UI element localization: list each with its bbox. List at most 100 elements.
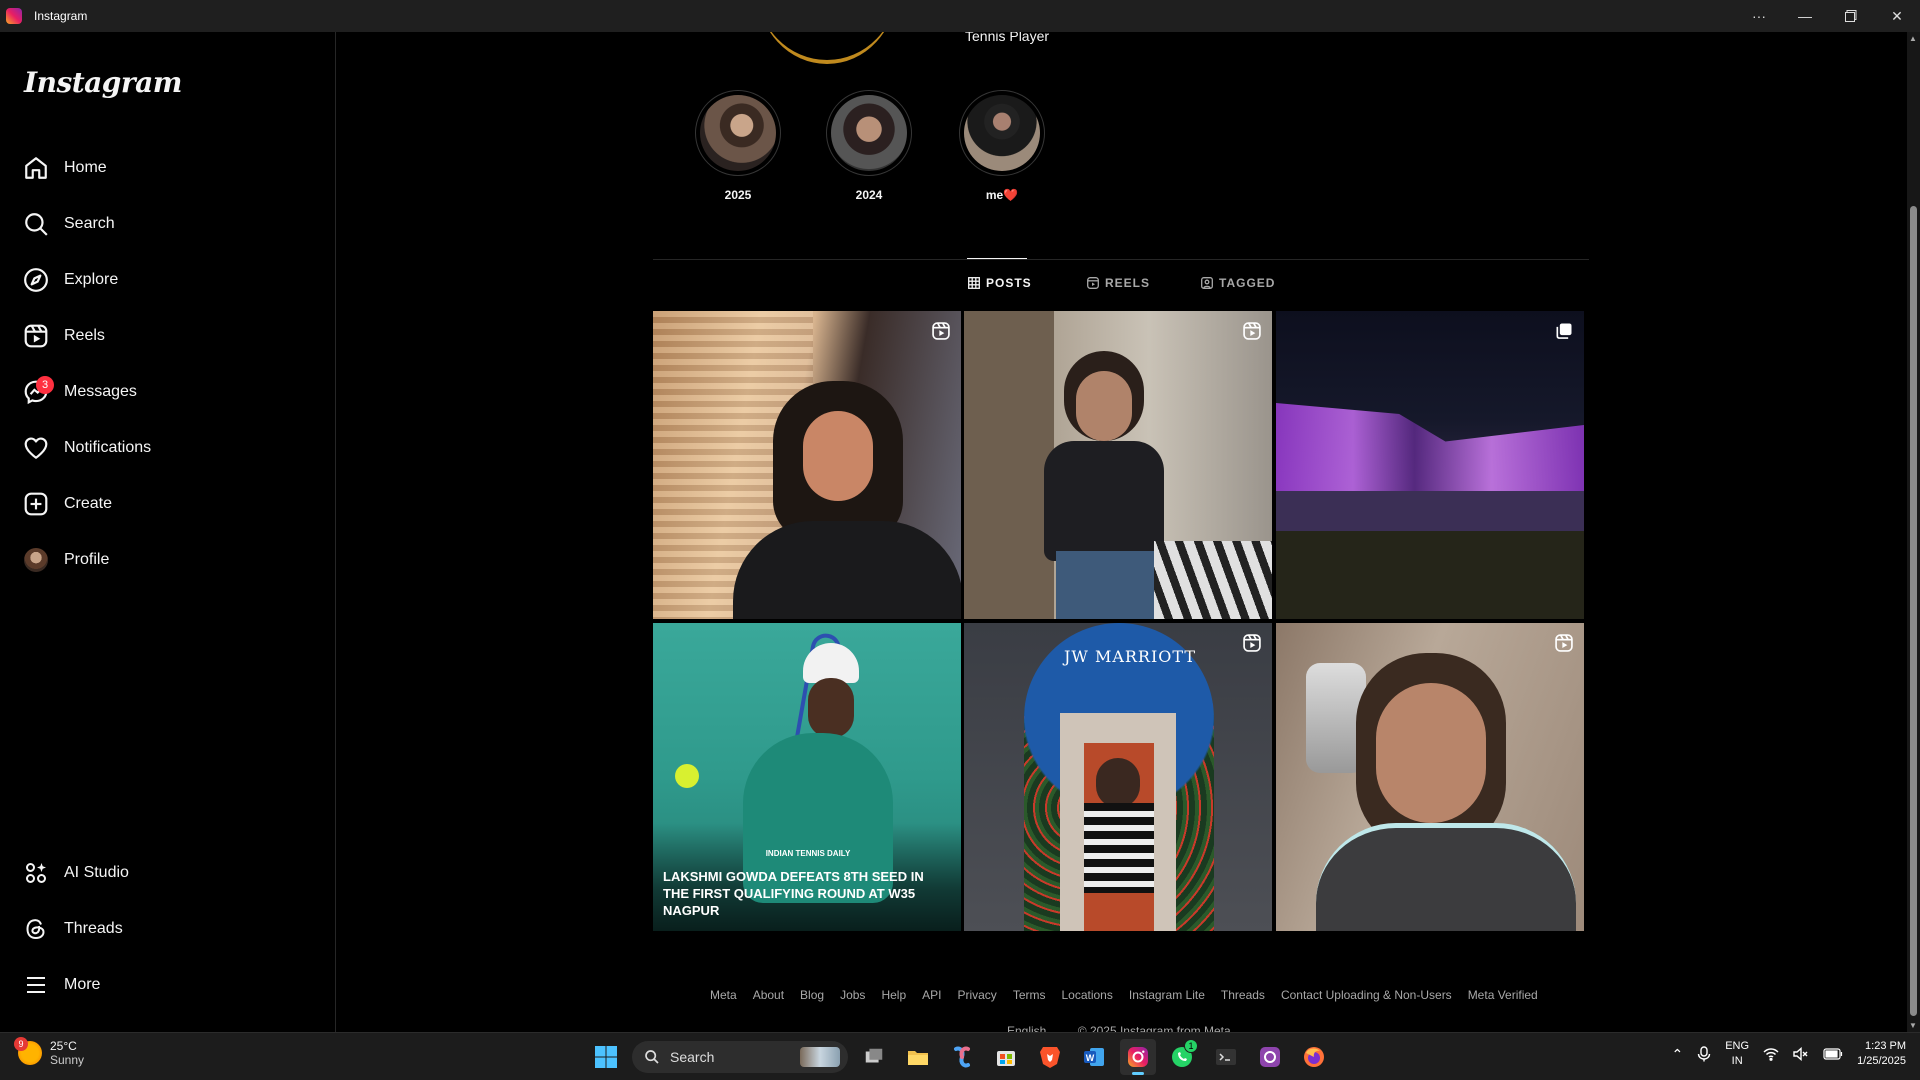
footer-link[interactable]: Meta Verified [1468, 988, 1538, 1002]
weather-widget[interactable]: 9 25°C Sunny [14, 1037, 84, 1067]
chevron-down-icon: ⌄ [1049, 1024, 1060, 1032]
footer-link[interactable]: Meta [710, 988, 737, 1002]
language-select[interactable]: English ⌄ [1007, 1024, 1060, 1032]
reel-icon [932, 322, 950, 340]
search-highlight-image [800, 1047, 840, 1067]
footer-link[interactable]: Jobs [840, 988, 865, 1002]
taskbar: 9 25°C Sunny Search W 1 ⌃ ENG IN 1:23 PM… [0, 1032, 1920, 1080]
footer-link[interactable]: Help [881, 988, 906, 1002]
footer-link[interactable]: Locations [1061, 988, 1112, 1002]
highlight-label: 2024 [855, 188, 883, 202]
word-button[interactable]: W [1076, 1039, 1112, 1075]
file-explorer-button[interactable] [900, 1039, 936, 1075]
scrollbar[interactable]: ▲ ▼ [1907, 32, 1920, 1032]
system-tray: ⌃ ENG IN 1:23 PM 1/25/2025 [1671, 1039, 1906, 1069]
word-icon: W [1084, 1048, 1104, 1066]
sidebar-item-explore[interactable]: Explore [12, 256, 312, 304]
footer-link[interactable]: Terms [1013, 988, 1046, 1002]
footer-link[interactable]: Instagram Lite [1129, 988, 1205, 1002]
language-indicator[interactable]: ENG IN [1725, 1039, 1749, 1069]
more-options-icon[interactable]: ··· [1736, 0, 1782, 32]
language-label: English [1007, 1024, 1047, 1032]
compass-icon [12, 256, 60, 304]
whatsapp-badge: 1 [1184, 1039, 1198, 1053]
clock-time: 1:23 PM [1865, 1040, 1906, 1052]
tabs-divider [653, 259, 1589, 260]
post-1[interactable] [653, 311, 961, 619]
close-button[interactable]: ✕ [1874, 0, 1920, 32]
footer-link[interactable]: Blog [800, 988, 824, 1002]
reels-icon [12, 312, 60, 360]
footer-link[interactable]: API [922, 988, 941, 1002]
post-4[interactable]: INDIAN TENNIS DAILY LAKSHMI GOWDA DEFEAT… [653, 623, 961, 931]
sidebar-item-more[interactable]: More [12, 961, 312, 1009]
minimize-button[interactable]: — [1782, 0, 1828, 32]
story-highlight-2024[interactable]: 2024 [824, 90, 914, 202]
highlight-cover [964, 95, 1040, 171]
tab-reels[interactable]: REELS [1087, 276, 1150, 290]
instagram-logo[interactable]: Instagram [24, 66, 182, 99]
tab-tagged[interactable]: TAGGED [1201, 276, 1275, 290]
profile-main: Tennis Player 2025 2024 me❤️ POSTS REELS… [337, 32, 1907, 1032]
sidebar-item-label: Search [64, 215, 115, 232]
terminal-icon [1216, 1049, 1236, 1065]
highlight-label: 2025 [724, 188, 752, 202]
post-source: INDIAN TENNIS DAILY [765, 849, 851, 858]
sidebar-item-reels[interactable]: Reels [12, 312, 312, 360]
highlight-label: me❤️ [985, 188, 1019, 202]
post-3[interactable] [1276, 311, 1584, 619]
scroll-thumb[interactable] [1910, 206, 1917, 1016]
task-view-button[interactable] [856, 1039, 892, 1075]
sidebar-item-label: Explore [64, 271, 119, 288]
lang-line2: IN [1731, 1055, 1743, 1067]
clock[interactable]: 1:23 PM 1/25/2025 [1857, 1039, 1906, 1069]
post-sign-text: JW MARRIOTT [1064, 647, 1197, 666]
reel-icon [1555, 634, 1573, 652]
brave-button[interactable] [1032, 1039, 1068, 1075]
post-caption: INDIAN TENNIS DAILY LAKSHMI GOWDA DEFEAT… [663, 849, 953, 919]
copilot-button[interactable] [944, 1039, 980, 1075]
scroll-up-icon[interactable]: ▲ [1909, 34, 1917, 43]
post-6[interactable] [1276, 623, 1584, 931]
story-highlight-2025[interactable]: 2025 [693, 90, 783, 202]
footer-link[interactable]: About [753, 988, 784, 1002]
footer-link[interactable]: Threads [1221, 988, 1265, 1002]
sidebar-item-profile[interactable]: Profile [12, 536, 312, 584]
lang-line1: ENG [1725, 1040, 1750, 1052]
footer-link[interactable]: Privacy [957, 988, 996, 1002]
taskbar-search[interactable]: Search [632, 1041, 848, 1073]
firefox-button[interactable] [1296, 1039, 1332, 1075]
weather-temp: 25°C [50, 1039, 77, 1053]
sidebar-item-ai-studio[interactable]: AI Studio [12, 849, 312, 897]
wifi-icon[interactable] [1763, 1047, 1779, 1061]
footer-link[interactable]: Contact Uploading & Non-Users [1281, 988, 1452, 1002]
post-5[interactable]: JW MARRIOTT [964, 623, 1272, 931]
story-highlight-me[interactable]: me❤️ [957, 90, 1047, 202]
store-button[interactable] [988, 1039, 1024, 1075]
maximize-button[interactable] [1828, 0, 1874, 32]
whatsapp-button[interactable]: 1 [1164, 1039, 1200, 1075]
sidebar-item-threads[interactable]: Threads [12, 905, 312, 953]
tab-posts[interactable]: POSTS [968, 276, 1032, 290]
scroll-down-icon[interactable]: ▼ [1909, 1021, 1917, 1030]
start-button[interactable] [588, 1039, 624, 1075]
sidebar-item-search[interactable]: Search [12, 200, 312, 248]
sidebar-item-create[interactable]: Create [12, 480, 312, 528]
search-placeholder: Search [670, 1049, 715, 1065]
battery-icon[interactable] [1823, 1048, 1843, 1060]
post-2[interactable] [964, 311, 1272, 619]
instagram-taskbar-button[interactable] [1120, 1039, 1156, 1075]
microphone-icon[interactable] [1697, 1046, 1711, 1062]
volume-muted-icon[interactable] [1793, 1047, 1809, 1061]
profile-avatar-ring[interactable] [757, 32, 897, 64]
folder-icon [908, 1051, 928, 1065]
sidebar-item-messages[interactable]: 3 Messages [12, 368, 312, 416]
terminal-button[interactable] [1208, 1039, 1244, 1075]
sidebar-item-label: Reels [64, 327, 105, 344]
app-icon [1260, 1047, 1280, 1067]
highlight-cover [700, 95, 776, 171]
sidebar-item-home[interactable]: Home [12, 144, 312, 192]
threads-taskbar-button[interactable] [1252, 1039, 1288, 1075]
chevron-up-icon[interactable]: ⌃ [1671, 1046, 1683, 1063]
sidebar-item-notifications[interactable]: Notifications [12, 424, 312, 472]
